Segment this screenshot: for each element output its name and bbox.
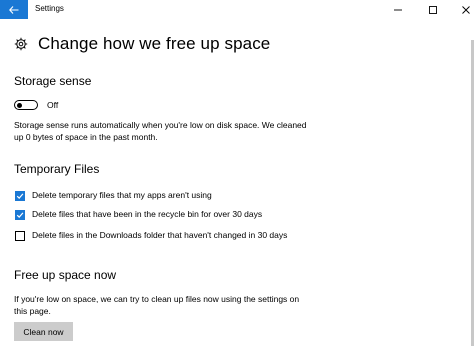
- maximize-icon: [429, 5, 437, 14]
- minimize-button[interactable]: [383, 0, 413, 19]
- page-title: Change how we free up space: [38, 34, 271, 53]
- checkbox-label: Delete files that have been in the recyc…: [32, 209, 263, 219]
- checkbox-label: Delete temporary files that my apps aren…: [32, 190, 212, 200]
- checkbox-delete-recycle-bin[interactable]: Delete files that have been in the recyc…: [15, 209, 302, 221]
- checkbox-checked[interactable]: [15, 210, 25, 220]
- storage-sense-toggle[interactable]: Off: [14, 99, 58, 111]
- toggle-switch[interactable]: [14, 100, 38, 110]
- window-title: Settings: [35, 4, 64, 13]
- close-button[interactable]: [451, 0, 474, 19]
- free-up-space-heading: Free up space now: [14, 268, 117, 282]
- clean-now-button[interactable]: Clean now: [14, 322, 73, 341]
- page-header: Change how we free up space: [14, 32, 270, 56]
- checkmark-icon: [16, 193, 24, 199]
- title-bar: Settings: [0, 0, 474, 19]
- close-icon: [462, 5, 470, 14]
- checkbox-label: Delete files in the Downloads folder tha…: [32, 230, 288, 240]
- checkbox-unchecked[interactable]: [15, 231, 25, 241]
- toggle-state-label: Off: [47, 100, 59, 110]
- temporary-files-heading: Temporary Files: [14, 162, 100, 176]
- checkbox-delete-downloads[interactable]: Delete files in the Downloads folder tha…: [15, 230, 302, 242]
- checkmark-icon: [16, 212, 24, 218]
- back-button[interactable]: [0, 0, 28, 19]
- minimize-icon: [394, 9, 402, 10]
- free-up-space-description: If you're low on space, we can try to cl…: [14, 294, 300, 316]
- storage-sense-heading: Storage sense: [14, 74, 92, 88]
- toggle-knob: [17, 102, 22, 108]
- back-arrow-icon: [9, 5, 19, 14]
- checkbox-checked[interactable]: [15, 191, 25, 201]
- maximize-button[interactable]: [418, 0, 448, 19]
- storage-sense-description: Storage sense runs automatically when yo…: [14, 120, 307, 142]
- checkbox-delete-temp-files[interactable]: Delete temporary files that my apps aren…: [15, 190, 302, 202]
- gear-icon: [14, 37, 28, 51]
